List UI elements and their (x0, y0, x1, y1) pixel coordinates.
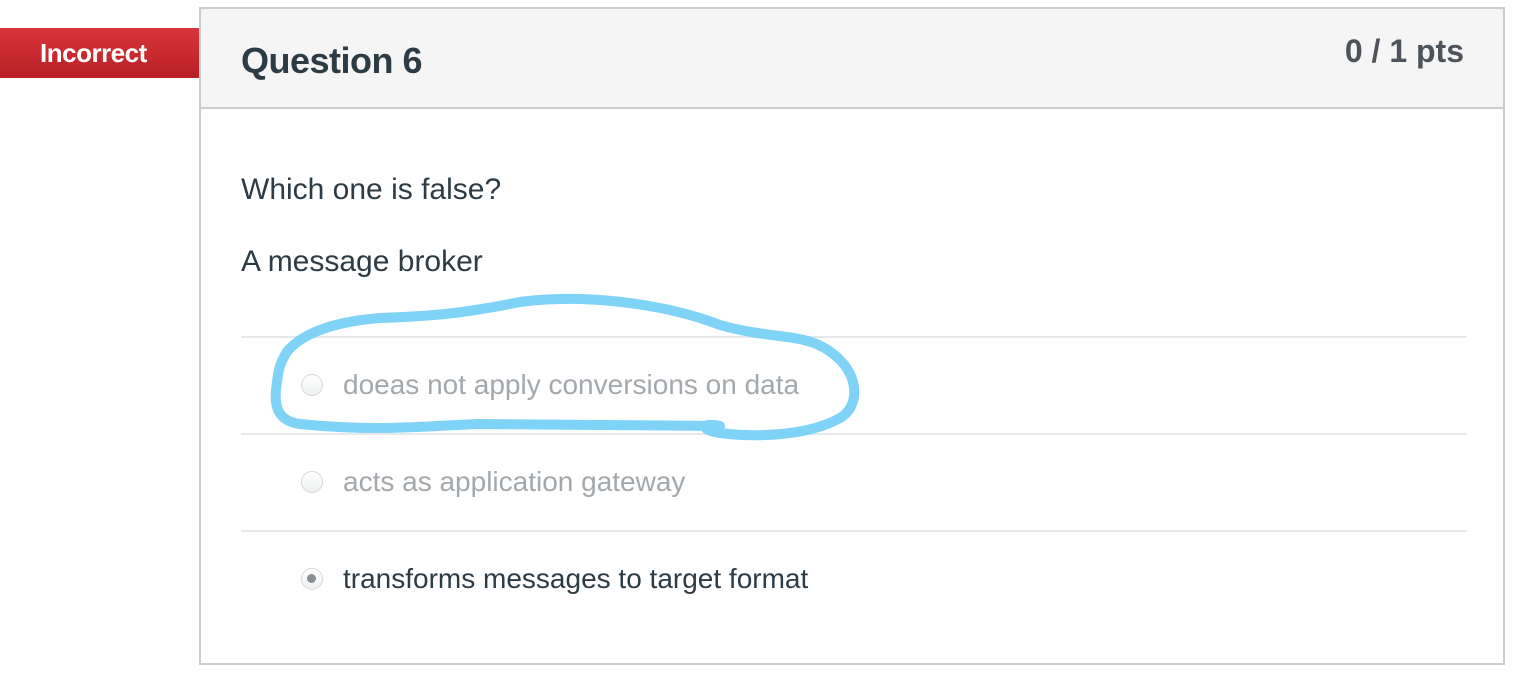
question-card: Question 6 0 / 1 pts Which one is false?… (199, 7, 1505, 665)
answer-label: doeas not apply conversions on data (343, 369, 800, 400)
answer-label: transforms messages to target format (343, 563, 809, 594)
question-prompt: Which one is false? (241, 173, 502, 206)
question-points: 0 / 1 pts (1344, 33, 1464, 69)
radio-button-selected[interactable] (301, 568, 323, 590)
question-header: Question 6 0 / 1 pts (201, 9, 1503, 109)
incorrect-flag: Incorrect (0, 28, 230, 78)
radio-button[interactable] (301, 374, 323, 396)
question-title: Question 6 (241, 40, 423, 81)
answer-option-selected[interactable]: transforms messages to target format (241, 532, 1467, 628)
quiz-result-page: Incorrect Question 6 0 / 1 pts Which one… (0, 0, 1526, 686)
radio-button[interactable] (301, 471, 323, 493)
answer-label: acts as application gateway (343, 466, 686, 497)
answer-option[interactable]: acts as application gateway (241, 435, 1467, 531)
question-stem: A message broker (241, 245, 483, 278)
answer-option[interactable]: doeas not apply conversions on data (241, 338, 1467, 434)
status-label: Incorrect (40, 38, 147, 68)
